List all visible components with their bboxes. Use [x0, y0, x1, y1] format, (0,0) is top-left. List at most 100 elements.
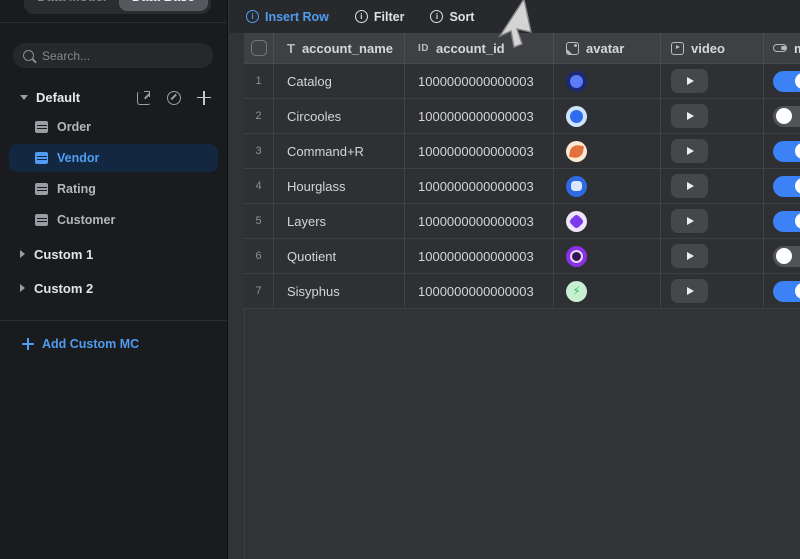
image-icon	[566, 42, 579, 55]
chevron-down-icon[interactable]	[20, 95, 28, 100]
row-number: 7	[255, 285, 261, 297]
cell-avatar[interactable]	[554, 134, 661, 169]
cell-avatar[interactable]	[554, 169, 661, 204]
sidebar-group-custom-2[interactable]: Custom 2	[20, 274, 227, 302]
cell-account-name[interactable]: Catalog	[274, 64, 405, 99]
sidebar-group-default[interactable]: Default	[20, 90, 211, 105]
avatar-glyph	[570, 75, 583, 88]
toggle-switch[interactable]	[773, 141, 800, 162]
main-panel: i Insert Row i Filter i Sort T account_n…	[229, 0, 800, 559]
cell-avatar[interactable]	[554, 204, 661, 239]
tab-data-base[interactable]: Data Base	[119, 0, 209, 11]
cell-account-id[interactable]: 1000000000000003	[405, 134, 554, 169]
table-row: 4 Hourglass 1000000000000003	[244, 169, 800, 204]
column-header-m[interactable]: m	[764, 33, 800, 64]
select-all-checkbox[interactable]	[251, 40, 267, 56]
cell-video[interactable]	[661, 204, 764, 239]
column-header-account-name[interactable]: T account_name	[274, 33, 405, 64]
open-external-icon[interactable]	[137, 91, 151, 105]
play-button[interactable]	[671, 69, 708, 93]
sidebar-item-customer[interactable]: Customer	[9, 206, 218, 234]
cell-avatar[interactable]: ⚡	[554, 274, 661, 309]
play-icon	[687, 182, 694, 190]
cell-m-toggle[interactable]	[764, 274, 800, 309]
row-number: 2	[255, 110, 261, 122]
cell-video[interactable]	[661, 169, 764, 204]
toggle-switch[interactable]	[773, 71, 800, 92]
cell-m-toggle[interactable]	[764, 134, 800, 169]
table-header: T account_name ID account_id avatar vide…	[244, 33, 800, 64]
search-input[interactable]: Search...	[13, 43, 213, 68]
cell-avatar[interactable]	[554, 239, 661, 274]
sidebar-item-order[interactable]: Order	[9, 113, 218, 141]
sidebar-group-custom-1[interactable]: Custom 1	[20, 240, 227, 268]
add-custom-mc-button[interactable]: Add Custom MC	[22, 337, 227, 351]
avatar-glyph	[570, 110, 583, 123]
add-custom-mc-label: Add Custom MC	[42, 337, 139, 351]
tree-item-label: Rating	[57, 182, 96, 196]
cell-account-id[interactable]: 1000000000000003	[405, 64, 554, 99]
play-button[interactable]	[671, 104, 708, 128]
play-button[interactable]	[671, 279, 708, 303]
edit-circle-icon[interactable]	[167, 91, 181, 105]
cell-account-name[interactable]: Sisyphus	[274, 274, 405, 309]
cell-account-id[interactable]: 1000000000000003	[405, 169, 554, 204]
add-table-icon[interactable]	[197, 91, 211, 105]
cell-m-toggle[interactable]	[764, 204, 800, 239]
toggle-switch[interactable]	[773, 246, 800, 267]
cell-m-toggle[interactable]	[764, 169, 800, 204]
cell-avatar[interactable]	[554, 64, 661, 99]
cell-avatar[interactable]	[554, 99, 661, 134]
cell-video[interactable]	[661, 134, 764, 169]
play-button[interactable]	[671, 244, 708, 268]
tab-data-model[interactable]: Data Model	[27, 0, 117, 11]
column-label: video	[691, 41, 725, 56]
toggle-switch[interactable]	[773, 281, 800, 302]
column-label: account_id	[436, 41, 505, 56]
cell-account-name[interactable]: Hourglass	[274, 169, 405, 204]
cell-account-name[interactable]: Circooles	[274, 99, 405, 134]
cell-video[interactable]	[661, 239, 764, 274]
sort-button[interactable]: i Sort	[430, 10, 474, 24]
search-placeholder: Search...	[42, 49, 90, 63]
play-button[interactable]	[671, 139, 708, 163]
play-button[interactable]	[671, 209, 708, 233]
toggle-switch[interactable]	[773, 106, 800, 127]
cell-video[interactable]	[661, 99, 764, 134]
sort-label: Sort	[449, 10, 474, 24]
toggle-switch[interactable]	[773, 211, 800, 232]
avatar: ⚡	[566, 281, 587, 302]
play-button[interactable]	[671, 174, 708, 198]
sidebar-item-rating[interactable]: Rating	[9, 175, 218, 203]
cell-account-id[interactable]: 1000000000000003	[405, 204, 554, 239]
cell-video[interactable]	[661, 64, 764, 99]
cell-account-id[interactable]: 1000000000000003	[405, 239, 554, 274]
column-header-account-id[interactable]: ID account_id	[405, 33, 554, 64]
cell-m-toggle[interactable]	[764, 239, 800, 274]
avatar	[566, 176, 587, 197]
sidebar-item-vendor[interactable]: Vendor	[9, 144, 218, 172]
avatar	[566, 246, 587, 267]
id-icon: ID	[418, 43, 429, 54]
custom-groups: Custom 1 Custom 2	[0, 240, 227, 302]
cell-video[interactable]	[661, 274, 764, 309]
filter-button[interactable]: i Filter	[355, 10, 405, 24]
cell-account-name[interactable]: Layers	[274, 204, 405, 239]
cell-m-toggle[interactable]	[764, 99, 800, 134]
group-label: Custom 1	[34, 247, 93, 262]
cell-account-id[interactable]: 1000000000000003	[405, 99, 554, 134]
cell-account-name[interactable]: Command+R	[274, 134, 405, 169]
insert-row-button[interactable]: i Insert Row	[246, 10, 329, 24]
row-number: 4	[255, 180, 261, 192]
video-icon	[671, 42, 684, 55]
cell-m-toggle[interactable]	[764, 64, 800, 99]
play-icon	[687, 252, 694, 260]
sidebar-tree: Order Vendor Rating Customer	[0, 113, 227, 234]
cell-account-id[interactable]: 1000000000000003	[405, 274, 554, 309]
cell-account-name[interactable]: Quotient	[274, 239, 405, 274]
column-header-avatar[interactable]: avatar	[554, 33, 661, 64]
avatar-glyph	[570, 250, 583, 263]
row-number: 1	[255, 75, 261, 87]
toggle-switch[interactable]	[773, 176, 800, 197]
column-header-video[interactable]: video	[661, 33, 764, 64]
